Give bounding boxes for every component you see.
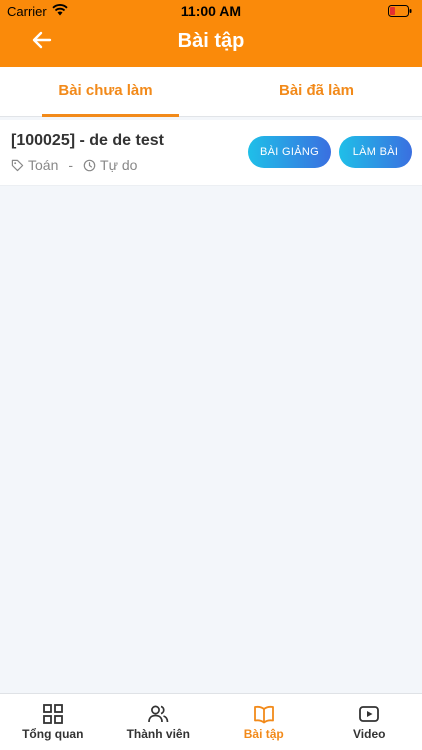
tabbar-label: Tổng quan [22, 727, 84, 741]
book-icon [253, 705, 274, 724]
tabbar-item-exercises[interactable]: Bài tập [211, 694, 317, 750]
tab-bar: Bài chưa làm Bài đã làm [0, 67, 422, 117]
page-title: Bài tập [177, 30, 245, 52]
grid-icon [42, 704, 63, 724]
bottom-tab-bar: Tổng quan Thành viên Bài tập Video [0, 693, 422, 750]
tag-icon [11, 159, 24, 171]
exercise-item[interactable]: [100025] - de de test Toán - Tự do BÀI G… [0, 120, 422, 186]
users-icon [148, 705, 169, 723]
tabbar-label: Bài tập [243, 727, 284, 741]
battery-icon [388, 5, 412, 17]
clock-icon [83, 159, 96, 171]
tabbar-label: Video [353, 727, 386, 741]
lecture-button[interactable]: BÀI GIẢNG [248, 136, 331, 168]
do-exercise-button[interactable]: LÀM BÀI [339, 136, 412, 168]
status-bar: Carrier 11:00 AM [0, 0, 422, 22]
exercise-subject: Toán [28, 157, 59, 173]
meta-separator: - [68, 157, 74, 173]
active-tab-indicator [42, 114, 179, 117]
video-icon [359, 706, 380, 722]
tab-not-done[interactable]: Bài chưa làm [0, 67, 211, 117]
top-bar: Carrier 11:00 AM Bài tập [0, 0, 422, 67]
tabbar-item-overview[interactable]: Tổng quan [0, 694, 106, 750]
status-time: 11:00 AM [180, 3, 242, 19]
tabbar-label: Thành viên [126, 727, 190, 741]
exercise-mode: Tự do [100, 157, 138, 173]
tabbar-item-video[interactable]: Video [317, 694, 422, 750]
nav-bar: Bài tập [0, 22, 422, 67]
exercise-meta: Toán - Tự do [11, 157, 137, 173]
tab-done[interactable]: Bài đã làm [211, 67, 422, 117]
tabbar-item-members[interactable]: Thành viên [106, 694, 212, 750]
exercise-title: [100025] - de de test [11, 132, 164, 149]
